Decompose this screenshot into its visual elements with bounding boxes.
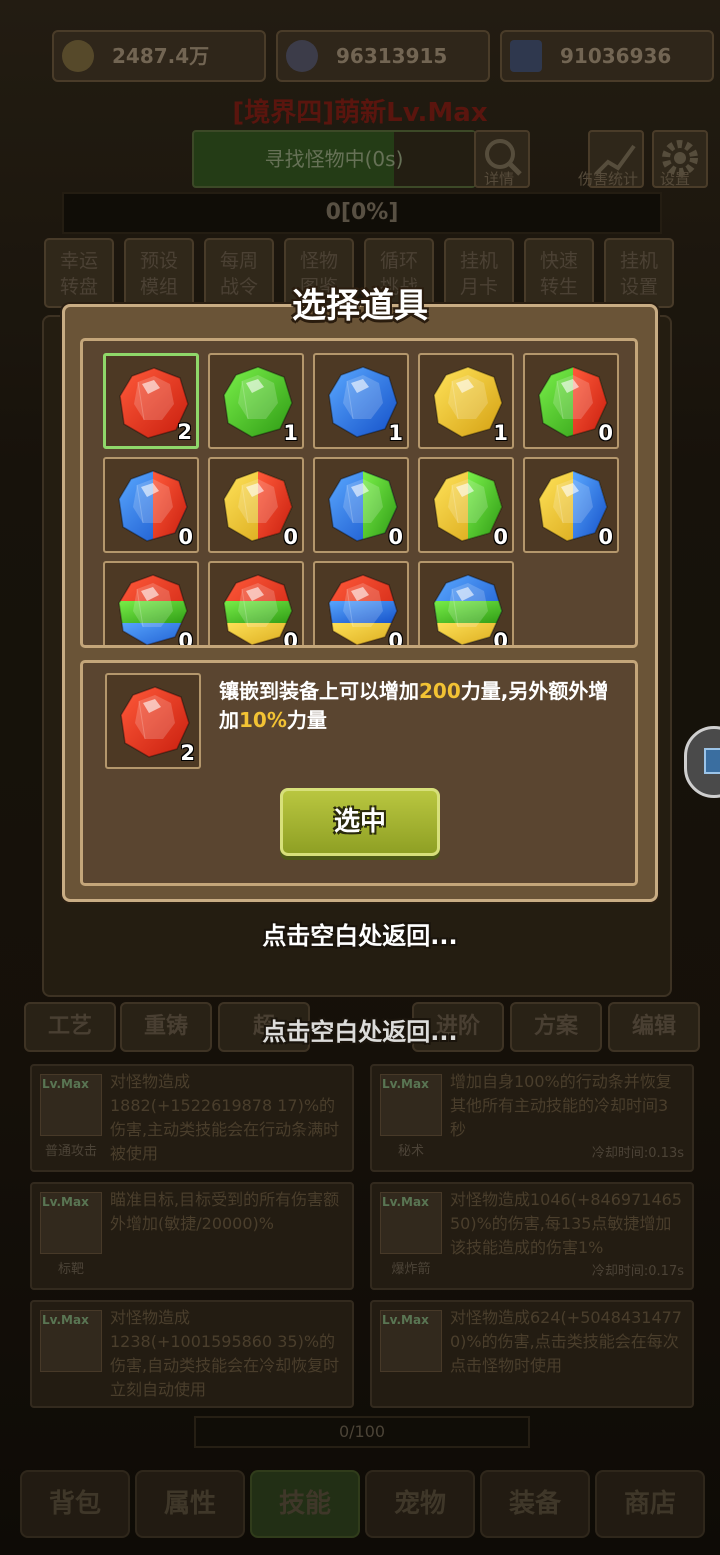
side-toggle-button[interactable] (684, 726, 720, 798)
gem-count: 1 (283, 421, 298, 445)
selected-gem-preview: 2 (105, 673, 201, 769)
gem-grid-panel: 2 1 1 1 0 0 0 0 0 0 0 0 0 0 (80, 338, 638, 648)
desc-text-1: 镶嵌到装备上可以增加 (219, 679, 419, 703)
dialog-title: 选择道具 (292, 286, 428, 326)
gem-slot[interactable]: 2 (103, 353, 199, 449)
gem-count: 0 (388, 525, 403, 549)
gem-count: 1 (493, 421, 508, 445)
gem-slot[interactable]: 0 (523, 457, 619, 553)
gem-slot[interactable]: 1 (418, 353, 514, 449)
gem-count: 0 (178, 525, 193, 549)
gem-slot[interactable]: 0 (103, 561, 199, 648)
gem-count: 0 (283, 629, 298, 648)
desc-value-1: 200 (419, 679, 461, 703)
desc-text-3: 力量 (286, 708, 327, 732)
close-hint: 点击空白处返回... (262, 922, 458, 950)
gem-slot[interactable]: 0 (418, 561, 514, 648)
gem-count: 0 (283, 525, 298, 549)
selected-gem-count: 2 (180, 741, 195, 765)
gem-slot[interactable]: 0 (103, 457, 199, 553)
gem-slot[interactable]: 0 (208, 457, 304, 553)
gem-count: 0 (493, 629, 508, 648)
gem-count: 0 (178, 629, 193, 648)
gem-count: 0 (598, 525, 613, 549)
gem-count: 0 (493, 525, 508, 549)
gem-slot[interactable]: 0 (523, 353, 619, 449)
close-hint-secondary: 点击空白处返回... (262, 1018, 458, 1046)
gem-count: 1 (388, 421, 403, 445)
gem-slot[interactable]: 0 (313, 561, 409, 648)
gem-count: 2 (177, 420, 192, 444)
cube-icon (704, 748, 720, 774)
gem-slot[interactable]: 0 (313, 457, 409, 553)
gem-slot[interactable]: 0 (208, 561, 304, 648)
gem-slot[interactable]: 1 (208, 353, 304, 449)
select-button[interactable]: 选中 (280, 788, 440, 856)
gem-count: 0 (598, 421, 613, 445)
gem-slot[interactable]: 1 (313, 353, 409, 449)
item-description: 镶嵌到装备上可以增加200力量,另外额外增加10%力量 (219, 677, 619, 735)
gem-count: 0 (388, 629, 403, 648)
desc-value-2: 10% (239, 708, 287, 732)
gem-slot[interactable]: 0 (418, 457, 514, 553)
